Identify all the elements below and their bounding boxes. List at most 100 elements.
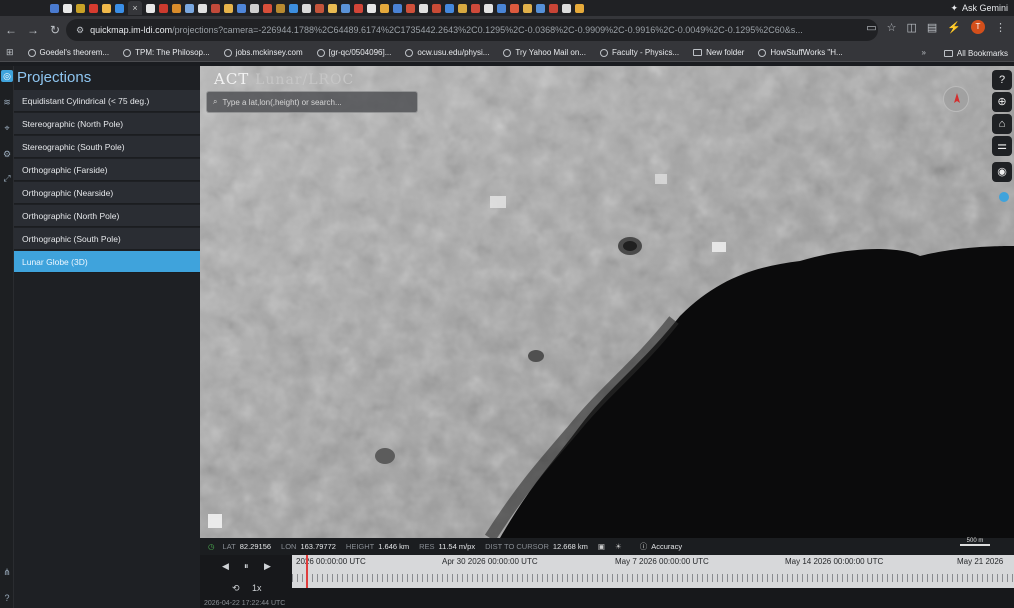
tab-favicon-icon[interactable] bbox=[50, 3, 59, 13]
tab-favicon-icon[interactable] bbox=[484, 3, 493, 13]
measure-icon[interactable]: ⤢ bbox=[1, 172, 13, 184]
tab-favicon-icon[interactable] bbox=[432, 3, 441, 13]
share-icon[interactable]: ⋔ bbox=[1, 566, 13, 578]
tab-favicon-icon[interactable] bbox=[115, 3, 124, 13]
projection-item[interactable]: Orthographic (Nearside) bbox=[14, 182, 200, 204]
projection-item[interactable]: Stereographic (North Pole) bbox=[14, 113, 200, 135]
projection-item[interactable]: Orthographic (South Pole) bbox=[14, 228, 200, 250]
extension-icon[interactable]: ⚡ bbox=[947, 21, 961, 34]
tab-favicon-icon[interactable] bbox=[102, 3, 111, 13]
loop-icon[interactable]: ⟲ bbox=[232, 583, 240, 594]
tab-favicon-icon[interactable] bbox=[458, 3, 467, 13]
help-icon[interactable]: ? bbox=[1, 592, 13, 604]
help-icon[interactable]: ? bbox=[992, 70, 1012, 90]
tab-favicon-icon[interactable] bbox=[276, 3, 285, 13]
more-bookmarks-icon[interactable]: » bbox=[922, 48, 926, 57]
tab-favicon-icon[interactable] bbox=[263, 3, 272, 13]
tab-favicon-icon[interactable] bbox=[159, 3, 168, 13]
tab-favicon-icon[interactable] bbox=[198, 3, 207, 13]
tab-favicon-icon[interactable] bbox=[549, 3, 558, 13]
projection-item[interactable]: Orthographic (North Pole) bbox=[14, 205, 200, 227]
reload-icon[interactable]: ↻ bbox=[44, 19, 66, 41]
apps-icon[interactable]: ⊞ bbox=[6, 47, 14, 58]
tab-favicon-icon[interactable] bbox=[172, 3, 181, 13]
bookmark-item[interactable]: Try Yahoo Mail on... bbox=[503, 48, 586, 57]
tab-favicon-icon[interactable] bbox=[562, 3, 571, 13]
cast-icon[interactable]: ▭ bbox=[866, 21, 876, 34]
tab-favicon-icon[interactable] bbox=[536, 3, 545, 13]
tab-favicon-icon[interactable] bbox=[419, 3, 428, 13]
play-icon[interactable]: ▶ bbox=[264, 561, 271, 572]
tab-favicon-icon[interactable] bbox=[302, 3, 311, 13]
tab-favicon-icon[interactable] bbox=[406, 3, 415, 13]
projection-item[interactable]: Equidistant Cylindrical (< 75 deg.) bbox=[14, 90, 200, 112]
tab-favicon-icon[interactable] bbox=[380, 3, 389, 13]
locate-icon[interactable]: ⊕ bbox=[992, 92, 1012, 112]
menu-icon[interactable]: ⋮ bbox=[995, 21, 1006, 34]
site-info-icon[interactable]: ⚙ bbox=[76, 25, 84, 36]
tab-favicon-icon[interactable] bbox=[76, 3, 85, 13]
star-icon[interactable]: ☆ bbox=[887, 21, 897, 34]
tab-favicon-icon[interactable] bbox=[63, 3, 72, 13]
tab-favicon-icon[interactable] bbox=[146, 3, 155, 13]
map-pin-icon[interactable]: ⌖ bbox=[1, 122, 13, 134]
tab-favicon-icon[interactable] bbox=[445, 3, 454, 13]
globe-icon[interactable]: ◎ bbox=[1, 70, 13, 82]
tab-favicon-icon[interactable] bbox=[471, 3, 480, 13]
tab-favicon-icon[interactable] bbox=[575, 3, 584, 13]
bookmark-item[interactable]: [gr-qc/0504096]... bbox=[316, 48, 391, 57]
tab-favicon-icon[interactable] bbox=[497, 3, 506, 13]
tab-favicon-icon[interactable] bbox=[315, 3, 324, 13]
accuracy-label[interactable]: Accuracy bbox=[651, 542, 682, 551]
all-bookmarks-button[interactable]: All Bookmarks bbox=[943, 44, 1008, 62]
bookmark-item[interactable]: HowStuffWorks "H... bbox=[758, 48, 843, 57]
tab-favicon-icon[interactable] bbox=[185, 3, 194, 13]
tab-favicon-icon[interactable] bbox=[510, 3, 519, 13]
profile-avatar[interactable]: T bbox=[971, 20, 985, 34]
close-tab-icon[interactable]: × bbox=[128, 1, 142, 15]
tab-favicon-icon[interactable] bbox=[237, 3, 246, 13]
camera-icon[interactable]: ▣ bbox=[598, 542, 605, 551]
bookmark-item[interactable]: TPM: The Philosop... bbox=[123, 48, 210, 57]
brightness-icon[interactable]: ☀ bbox=[615, 542, 622, 551]
ask-gemini-button[interactable]: ✦ Ask Gemini bbox=[950, 0, 1008, 16]
speed-label[interactable]: 1x bbox=[252, 583, 262, 593]
layers-icon[interactable]: ≋ bbox=[1, 96, 13, 108]
tab-favicon-icon[interactable] bbox=[354, 3, 363, 13]
back-icon[interactable]: ← bbox=[0, 19, 22, 41]
timeline-track[interactable]: 2026 00:00:00 UTC Apr 30 2026 00:00:00 U… bbox=[292, 555, 1014, 588]
extensions-icon[interactable]: ◫ bbox=[906, 21, 916, 34]
address-bar[interactable]: ⚙ quickmap.im-ldi.com/projections?camera… bbox=[66, 19, 878, 41]
bookmark-item[interactable]: ocw.usu.edu/physi... bbox=[405, 48, 489, 57]
pause-icon[interactable]: ⏸ bbox=[244, 561, 249, 572]
tab-favicon-icon[interactable] bbox=[211, 3, 220, 13]
timeline-cursor[interactable] bbox=[306, 555, 308, 588]
bookmark-item[interactable]: jobs.mckinsey.com bbox=[223, 48, 303, 57]
clock-icon[interactable]: ◷ bbox=[208, 542, 215, 551]
projection-item[interactable]: Orthographic (Farside) bbox=[14, 159, 200, 181]
tab-favicon-icon[interactable] bbox=[341, 3, 350, 13]
forward-icon[interactable]: → bbox=[22, 19, 44, 41]
tab-favicon-icon[interactable] bbox=[328, 3, 337, 13]
tab-favicon-icon[interactable] bbox=[393, 3, 402, 13]
user-icon[interactable]: ◉ bbox=[992, 162, 1012, 182]
map-viewport[interactable]: ACT Lunar/LROC ⌕ Type a lat,lon(,height)… bbox=[200, 66, 1014, 538]
tab-favicon-icon[interactable] bbox=[250, 3, 259, 13]
projection-item[interactable]: Stereographic (South Pole) bbox=[14, 136, 200, 158]
tab-favicon-icon[interactable] bbox=[367, 3, 376, 13]
tab-favicon-icon[interactable] bbox=[289, 3, 298, 13]
bookmark-item[interactable]: Goedel's theorem... bbox=[27, 48, 109, 57]
tune-icon[interactable]: ⚌ bbox=[992, 136, 1012, 156]
settings-icon[interactable]: ⚙ bbox=[1, 148, 13, 160]
sidepanel-icon[interactable]: ▤ bbox=[927, 21, 937, 34]
bookmark-item[interactable]: Faculty - Physics... bbox=[599, 48, 679, 57]
home-icon[interactable]: ⌂ bbox=[992, 114, 1012, 134]
location-search-input[interactable]: ⌕ Type a lat,lon(,height) or search... bbox=[206, 91, 418, 113]
step-back-icon[interactable]: ◀ bbox=[222, 561, 229, 572]
compass-icon[interactable] bbox=[943, 86, 969, 112]
tab-favicon-icon[interactable] bbox=[523, 3, 532, 13]
tab-favicon-icon[interactable] bbox=[224, 3, 233, 13]
tab-favicon-icon[interactable] bbox=[89, 3, 98, 13]
bookmark-item[interactable]: New folder bbox=[693, 48, 744, 57]
projection-item[interactable]: Lunar Globe (3D) bbox=[14, 251, 200, 273]
